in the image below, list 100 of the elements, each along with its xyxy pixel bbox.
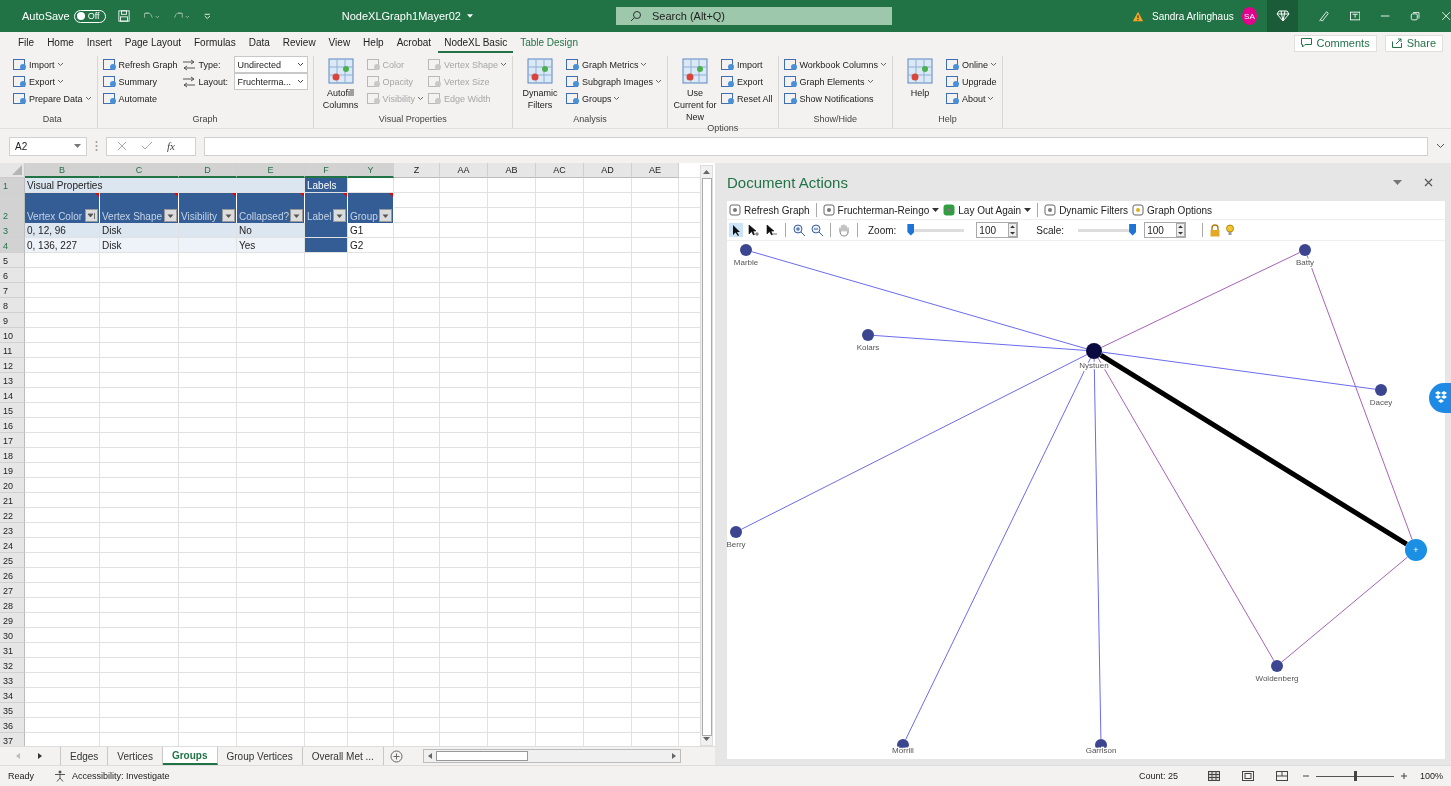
menu-tab[interactable]: Formulas — [188, 33, 242, 53]
column-header[interactable]: C — [100, 163, 179, 178]
row-header[interactable]: 34 — [0, 688, 25, 703]
row-header[interactable]: 33 — [0, 673, 25, 688]
ribbon-button[interactable]: Import — [13, 56, 92, 73]
horizontal-scrollbar[interactable] — [422, 749, 681, 763]
add-sheet-icon[interactable] — [389, 749, 403, 763]
restore-icon[interactable] — [1410, 11, 1421, 21]
close-icon[interactable] — [1424, 177, 1433, 187]
spreadsheet-grid[interactable] — [0, 163, 700, 746]
accessibility-icon[interactable] — [54, 770, 66, 782]
menu-tab[interactable]: Insert — [80, 33, 118, 53]
slider-thumb[interactable] — [1129, 223, 1137, 236]
number-field[interactable]: 100 — [1144, 222, 1187, 238]
ribbon-button[interactable]: Dynamic Filters — [517, 56, 562, 111]
ribbon-button[interactable]: Help — [897, 56, 942, 99]
row-header[interactable]: 29 — [0, 613, 25, 628]
caret-icon[interactable] — [1393, 179, 1402, 185]
pointer-minus-icon[interactable] — [765, 223, 779, 237]
pen-icon[interactable] — [1317, 9, 1330, 23]
vertex-dot[interactable] — [862, 329, 874, 341]
ribbon-button[interactable]: Workbook Columns — [783, 56, 887, 73]
toolbar-button[interactable]: Dynamic Filters — [1044, 204, 1129, 216]
filter-button[interactable] — [379, 209, 392, 222]
caret-icon[interactable] — [467, 14, 473, 18]
diamonds-icon[interactable] — [1429, 383, 1451, 413]
menu-tab[interactable]: View — [322, 33, 357, 53]
vertex-dot[interactable] — [1271, 660, 1283, 672]
ribbon-button[interactable]: Online — [945, 56, 997, 73]
ribbon-button[interactable]: Summary — [102, 73, 178, 90]
column-header[interactable]: Z — [394, 163, 440, 178]
row-header[interactable]: 36 — [0, 718, 25, 733]
menu-tab[interactable]: Data — [242, 33, 276, 53]
column-header[interactable]: D — [179, 163, 237, 178]
slider-thumb[interactable] — [907, 223, 915, 236]
lock-icon[interactable] — [1209, 223, 1222, 237]
ribbon-button[interactable]: Reset All — [721, 90, 773, 107]
row-header[interactable]: 10 — [0, 328, 25, 343]
vertex-dot[interactable] — [1086, 343, 1102, 359]
insert-function-button[interactable]: fx — [167, 140, 175, 152]
row-header[interactable]: 12 — [0, 358, 25, 373]
comments-button[interactable]: Comments — [1294, 34, 1377, 52]
vertex-dot[interactable] — [1299, 244, 1311, 256]
row-header[interactable]: 4 — [0, 238, 25, 253]
scroll-up-icon[interactable] — [702, 169, 711, 175]
ribbon-button[interactable]: Export — [721, 73, 773, 90]
menu-tab[interactable]: Review — [276, 33, 322, 53]
name-box[interactable]: A2 — [9, 136, 87, 156]
ribbon-button[interactable]: Export — [13, 73, 92, 90]
ribbon-button[interactable]: Prepare Data — [13, 90, 92, 107]
row-header[interactable]: 7 — [0, 283, 25, 298]
column-header[interactable]: B — [25, 163, 100, 178]
column-header[interactable]: F — [305, 163, 348, 178]
user-name[interactable]: Sandra Arlinghaus — [1151, 10, 1234, 22]
filter-button[interactable] — [164, 209, 177, 222]
toolbar-button[interactable]: Fruchterman-Reingo — [822, 204, 940, 216]
row-header[interactable]: 35 — [0, 703, 25, 718]
formula-input[interactable] — [204, 136, 1428, 156]
ribbon-button[interactable]: Graph Metrics — [565, 56, 662, 73]
menu-tab[interactable]: Acrobat — [390, 33, 438, 53]
zoom-out-icon[interactable] — [810, 223, 824, 237]
ribbon-button[interactable]: Subgraph Images — [565, 73, 662, 90]
dropdown-field[interactable]: Fruchterma... — [233, 73, 308, 90]
zoom-level[interactable]: 100% — [1419, 771, 1443, 781]
row-header[interactable]: 14 — [0, 388, 25, 403]
column-header[interactable]: AB — [488, 163, 536, 178]
ribbon-button[interactable]: Automate — [102, 90, 178, 107]
scroll-left-icon[interactable] — [426, 752, 433, 760]
scroll-thumb[interactable] — [435, 751, 528, 761]
lightbulb-icon[interactable] — [1225, 223, 1236, 237]
ribbon-button[interactable]: About — [945, 90, 997, 107]
row-header[interactable]: 19 — [0, 463, 25, 478]
toolbar-button[interactable]: Refresh Graph — [729, 204, 810, 216]
number-field[interactable]: 100 — [976, 222, 1019, 238]
row-header[interactable]: 8 — [0, 298, 25, 313]
customize-icon[interactable] — [203, 11, 212, 21]
row-header[interactable]: 22 — [0, 508, 25, 523]
vertex-dot[interactable] — [1405, 539, 1427, 561]
row-header[interactable]: 15 — [0, 403, 25, 418]
slider-thumb[interactable] — [1353, 770, 1357, 781]
row-header[interactable]: 6 — [0, 268, 25, 283]
accessibility-status[interactable]: Accessibility: Investigate — [72, 771, 170, 781]
ribbon-button[interactable]: Show Notifications — [783, 90, 887, 107]
row-header[interactable]: 27 — [0, 583, 25, 598]
pointer-icon[interactable] — [729, 223, 743, 237]
next-sheet-icon[interactable] — [36, 752, 44, 760]
menu-tab[interactable]: Home — [41, 33, 80, 53]
column-header[interactable]: AA — [440, 163, 488, 178]
scroll-thumb[interactable] — [701, 177, 712, 737]
spinner-icon[interactable] — [1008, 223, 1018, 237]
row-header[interactable]: 11 — [0, 343, 25, 358]
row-header[interactable]: 13 — [0, 373, 25, 388]
filter-button[interactable] — [222, 209, 235, 222]
vertex-dot[interactable] — [730, 526, 742, 538]
ribbon-button[interactable]: Graph Elements — [783, 73, 887, 90]
row-header[interactable]: 21 — [0, 493, 25, 508]
row-header[interactable]: 20 — [0, 478, 25, 493]
ribbon-display-icon[interactable] — [1349, 11, 1361, 21]
expand-icon[interactable] — [1436, 143, 1445, 149]
ribbon-button[interactable]: Autofill Columns — [318, 56, 363, 111]
